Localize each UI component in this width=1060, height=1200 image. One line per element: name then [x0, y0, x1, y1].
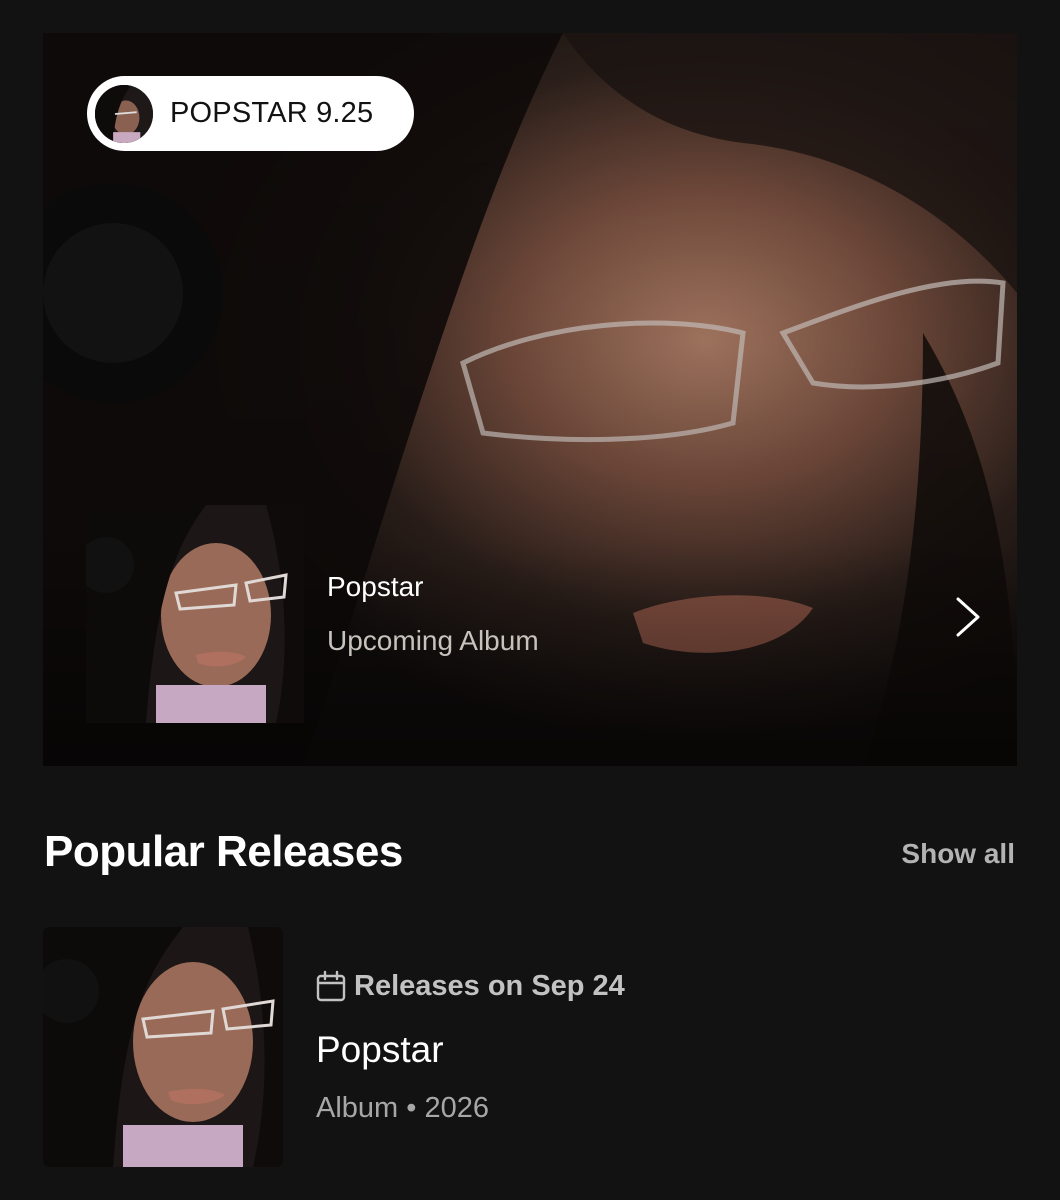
- hero-banner[interactable]: POPSTAR 9.25 Popstar Upcoming Album: [43, 33, 1017, 766]
- upcoming-release-row[interactable]: Popstar Upcoming Album: [86, 505, 980, 723]
- release-date-row: Releases on Sep 24: [316, 968, 625, 1004]
- artist-page: POPSTAR 9.25 Popstar Upcoming Album Popu…: [0, 0, 1060, 1200]
- album-cover-image: [86, 505, 304, 723]
- countdown-pill[interactable]: POPSTAR 9.25: [87, 76, 414, 151]
- release-meta: Album • 2026: [316, 1092, 489, 1124]
- release-list-item[interactable]: Releases on Sep 24 Popstar Album • 2026: [43, 927, 1017, 1167]
- upcoming-release-title: Popstar: [327, 571, 424, 602]
- calendar-icon: [316, 970, 346, 1002]
- upcoming-release-subtitle: Upcoming Album: [327, 625, 539, 656]
- upcoming-release-text: Popstar Upcoming Album: [327, 570, 539, 658]
- release-cover-image: [43, 927, 283, 1167]
- chevron-right-icon[interactable]: [950, 595, 986, 639]
- show-all-link[interactable]: Show all: [901, 836, 1015, 872]
- artist-avatar: [92, 81, 156, 146]
- countdown-label: POPSTAR 9.25: [170, 97, 374, 129]
- release-info: Releases on Sep 24 Popstar Album • 2026: [316, 968, 625, 1126]
- section-title: Popular Releases: [44, 827, 403, 876]
- release-title: Popstar: [316, 1029, 444, 1070]
- release-date-label: Releases on Sep 24: [354, 970, 625, 1002]
